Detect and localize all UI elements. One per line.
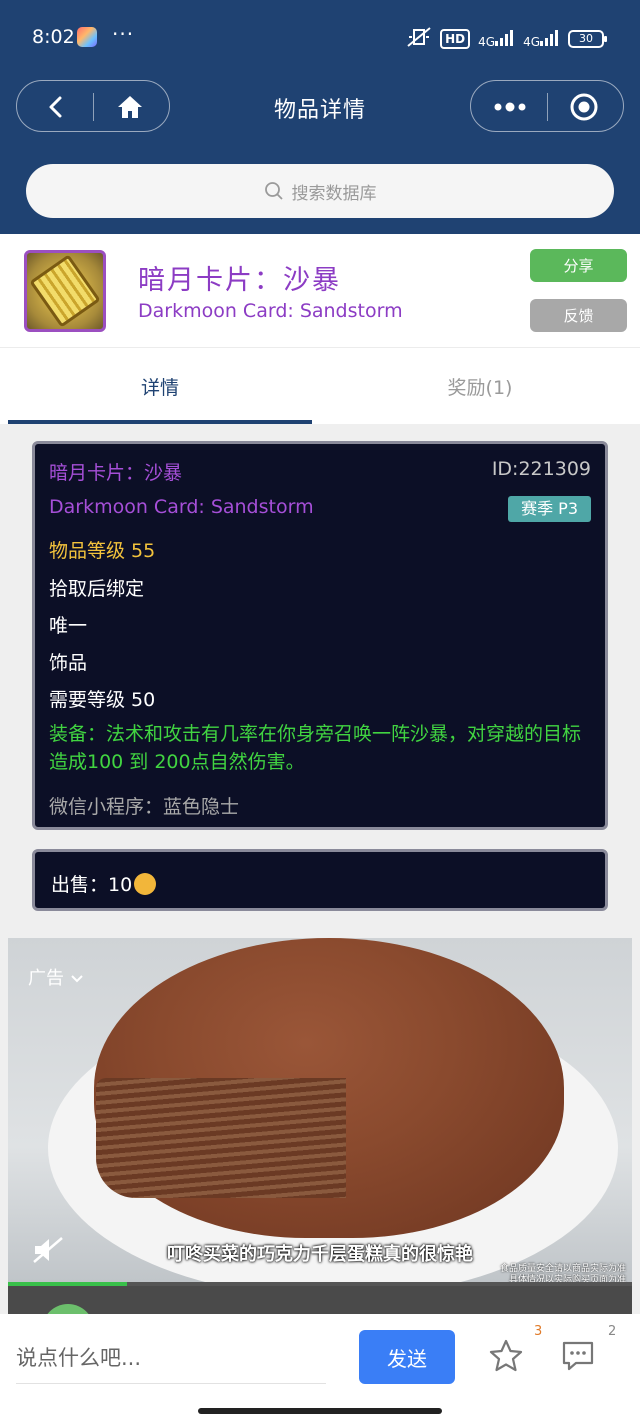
item-level: 物品等级 55	[49, 540, 156, 562]
item-name-en: Darkmoon Card: Sandstorm	[138, 300, 403, 322]
comment-bubble-icon	[562, 1341, 594, 1371]
sell-price: 出售：10	[51, 870, 157, 897]
home-indicator	[198, 1408, 442, 1414]
ad-image-cake-layers	[96, 1078, 346, 1198]
hd-badge: HD	[440, 29, 471, 49]
search-input[interactable]: 搜索数据库	[26, 164, 614, 218]
ad-label-text: 广告	[28, 968, 64, 989]
comment-bar: 说点什么吧... 发送 3 2	[0, 1314, 640, 1424]
signal-label: 4G	[523, 34, 540, 49]
source-credit: 微信小程序：蓝色隐士	[49, 796, 240, 818]
sell-label: 出售：	[51, 874, 109, 896]
sell-price-box: 出售：10	[32, 849, 608, 911]
gold-coin-icon	[134, 873, 157, 895]
equip-effect: 装备：法术和攻击有几率在你身旁召唤一阵沙暴，对穿越的目标造成100 到 200点…	[49, 723, 582, 773]
search-icon	[264, 182, 283, 200]
more-dots-icon	[494, 102, 526, 112]
close-miniprogram-button[interactable]	[567, 90, 601, 124]
vibrate-off-icon	[406, 26, 432, 52]
comments-button[interactable]	[558, 1336, 598, 1376]
search-placeholder: 搜索数据库	[291, 183, 377, 204]
tab-bar: 详情 奖励(1)	[0, 348, 640, 424]
clock: 8:02	[32, 26, 75, 48]
binding-text: 拾取后绑定	[49, 578, 145, 600]
feedback-button[interactable]: 反馈	[530, 299, 627, 332]
video-ad[interactable]: 广告 叮咚买菜的巧克力千层蛋糕真的很惊艳 食品质量安全请以商品实际为准 具体情况以…	[8, 938, 632, 1286]
status-bar: 8:02 ··· HD 4G 4G 30	[0, 0, 640, 76]
slot-text: 饰品	[49, 652, 88, 674]
status-icons: HD 4G 4G 30	[406, 26, 607, 52]
more-button[interactable]	[493, 90, 527, 124]
tooltip-name-cn: 暗月卡片：沙暴	[49, 462, 183, 484]
card-graphic	[29, 254, 101, 328]
item-card-icon	[24, 250, 106, 332]
target-circle-icon	[570, 93, 598, 121]
battery-level: 30	[579, 32, 593, 45]
item-name-cn: 暗月卡片：沙暴	[138, 265, 341, 296]
required-level: 需要等级 50	[49, 689, 156, 711]
star-icon	[489, 1339, 523, 1372]
comment-placeholder: 说点什么吧...	[16, 1346, 142, 1370]
ad-label[interactable]: 广告	[28, 964, 84, 990]
tooltip-name-en: Darkmoon Card: Sandstorm	[49, 496, 314, 518]
ad-fine-print-1: 食品质量安全请以商品实际为准	[499, 1264, 626, 1274]
share-button[interactable]: 分享	[530, 249, 627, 282]
item-id: ID:221309	[491, 458, 591, 480]
signal-icon: 4G	[523, 29, 560, 49]
chevron-down-icon	[71, 975, 83, 983]
more-notifications: ···	[112, 22, 135, 46]
battery-icon: 30	[568, 30, 607, 48]
signal-label: 4G	[478, 34, 496, 49]
app-icon	[77, 27, 97, 47]
favorite-button[interactable]	[486, 1336, 526, 1376]
season-badge: 赛季 P3	[508, 496, 591, 522]
sell-value: 10	[108, 874, 133, 896]
item-tooltip: 暗月卡片：沙暴 ID:221309 Darkmoon Card: Sandsto…	[32, 441, 608, 830]
tab-rewards[interactable]: 奖励(1)	[328, 348, 632, 424]
unique-text: 唯一	[49, 615, 88, 637]
ad-caption: 叮咚买菜的巧克力千层蛋糕真的很惊艳	[167, 1244, 473, 1265]
signal-icon: 4G	[478, 29, 515, 49]
favorite-count: 3	[534, 1324, 543, 1339]
comment-input[interactable]: 说点什么吧...	[16, 1342, 326, 1384]
comment-count: 2	[608, 1324, 617, 1339]
divider	[547, 93, 548, 121]
send-button[interactable]: 发送	[359, 1330, 455, 1384]
tab-details[interactable]: 详情	[8, 348, 312, 424]
feed-strip	[8, 1286, 632, 1356]
active-tab-indicator	[8, 420, 312, 424]
nav-right-capsule	[470, 80, 624, 132]
